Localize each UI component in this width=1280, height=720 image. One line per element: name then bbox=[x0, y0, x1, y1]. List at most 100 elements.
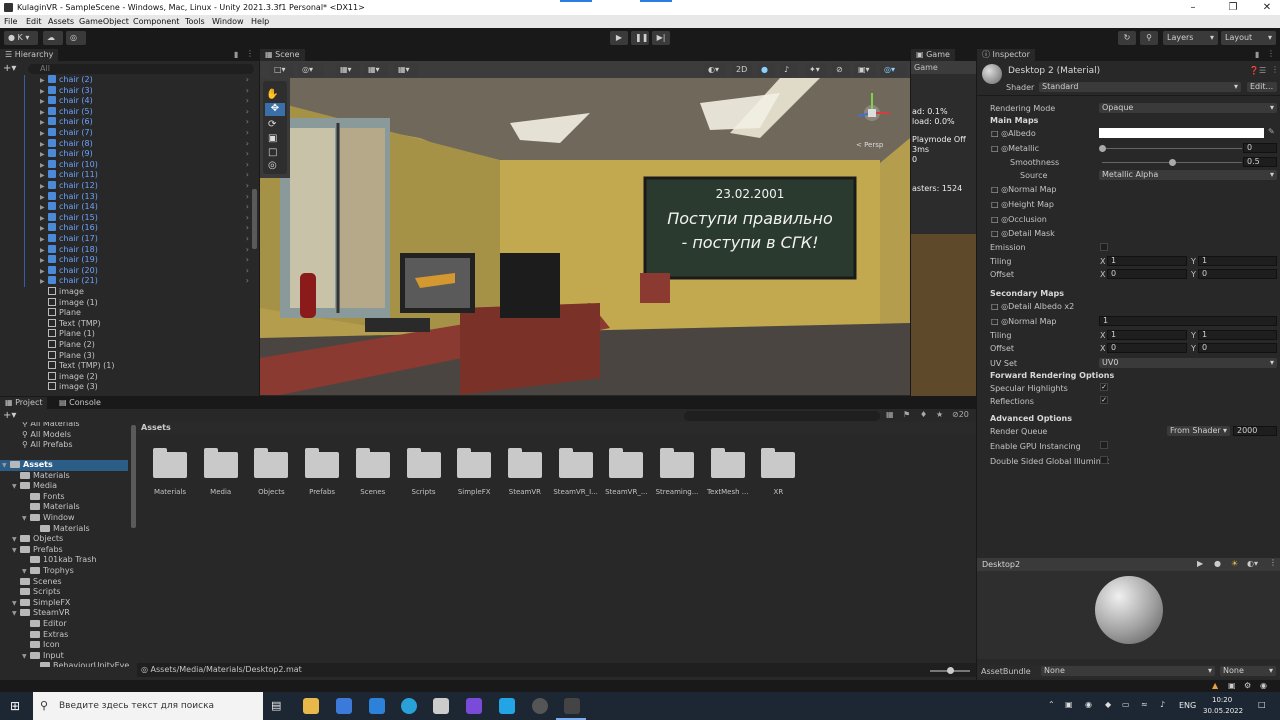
hierarchy-item[interactable]: ▶ chair (6) › bbox=[40, 117, 252, 128]
store-icon[interactable] bbox=[336, 698, 352, 714]
preview-area[interactable] bbox=[977, 571, 1280, 659]
zoom-slider[interactable] bbox=[930, 667, 970, 674]
effects-dropdown[interactable]: ✦▾ bbox=[805, 63, 827, 77]
collab-icon[interactable]: ◎ bbox=[66, 31, 86, 45]
lighting-icon[interactable]: ● bbox=[757, 63, 775, 77]
hierarchy-item[interactable]: Plane (2) bbox=[48, 340, 95, 351]
hierarchy-item[interactable]: image (2) bbox=[48, 371, 98, 383]
grid-dropdown[interactable]: ▦▾ bbox=[364, 63, 388, 77]
project-tree-item[interactable]: ▼ Window bbox=[22, 513, 75, 524]
asset-folder-label[interactable]: SimpleFX bbox=[448, 488, 500, 496]
filter-type-icon[interactable]: ▦ bbox=[886, 410, 894, 419]
open-prefab-icon[interactable]: › bbox=[246, 107, 249, 118]
game-view[interactable] bbox=[911, 234, 976, 396]
rotate-tool-icon[interactable]: ⟳ bbox=[268, 119, 276, 130]
offset-x-field[interactable]: 0 bbox=[1107, 269, 1187, 279]
open-prefab-icon[interactable]: › bbox=[246, 96, 249, 107]
tab-project[interactable]: ▦ Project bbox=[0, 397, 48, 409]
material-kebab-icon[interactable]: ⋮ bbox=[1271, 65, 1279, 74]
hidden-icon[interactable]: ⊘ bbox=[832, 63, 850, 77]
normal-map-2-field[interactable]: 1 bbox=[1099, 316, 1277, 326]
gpu-instancing-checkbox[interactable] bbox=[1100, 441, 1108, 449]
rendering-mode-dropdown[interactable]: Opaque ▾ bbox=[1099, 103, 1277, 113]
asset-folder-icon[interactable] bbox=[406, 448, 441, 478]
hierarchy-item[interactable]: ▶ chair (9) › bbox=[40, 149, 252, 160]
tab-inspector[interactable]: ⓘ Inspector bbox=[977, 49, 1035, 61]
tray-vr-icon[interactable]: ▣ bbox=[1065, 700, 1073, 709]
open-prefab-icon[interactable]: › bbox=[246, 245, 249, 256]
open-prefab-icon[interactable]: › bbox=[246, 181, 249, 192]
asset-folder-icon[interactable] bbox=[660, 448, 694, 478]
asset-bundle-dropdown[interactable]: None ▾ bbox=[1041, 666, 1215, 676]
tray-battery-icon[interactable]: ▭ bbox=[1122, 700, 1130, 709]
hand-tool-icon[interactable]: ✋ bbox=[266, 89, 278, 100]
hierarchy-item[interactable]: ▶ chair (10) › bbox=[40, 159, 252, 171]
tiling-x-field[interactable]: 1 bbox=[1107, 256, 1187, 266]
tray-chevron-icon[interactable]: ⌃ bbox=[1048, 700, 1055, 709]
gizmos-dropdown[interactable]: ◎▾ bbox=[880, 63, 906, 77]
minimize-button[interactable]: – bbox=[1180, 1, 1206, 14]
metallic-thumb[interactable] bbox=[1099, 145, 1106, 152]
uv-set-dropdown[interactable]: UV0 ▾ bbox=[1099, 358, 1277, 368]
detail-mask-slot[interactable]: □ ◎Detail Mask bbox=[991, 229, 1055, 238]
step-button[interactable]: ▶| bbox=[652, 31, 670, 45]
menu-file[interactable]: File bbox=[4, 17, 17, 26]
persp-label[interactable]: < Persp bbox=[856, 141, 883, 149]
mode-2d-toggle[interactable]: 2D bbox=[732, 63, 752, 77]
asset-folder-label[interactable]: Prefabs bbox=[296, 488, 348, 496]
hierarchy-item[interactable]: image (3) bbox=[48, 382, 98, 393]
asset-folder-label[interactable]: Materials bbox=[144, 488, 196, 496]
expand-arrow-icon[interactable]: ▼ bbox=[22, 514, 30, 525]
tiling-y-field[interactable]: 1 bbox=[1198, 256, 1277, 266]
obs-icon[interactable] bbox=[532, 698, 548, 714]
open-prefab-icon[interactable]: › bbox=[246, 276, 249, 287]
menu-window[interactable]: Window bbox=[212, 17, 244, 26]
status-icon-4[interactable]: ◉ bbox=[1260, 681, 1267, 690]
asset-folder-icon[interactable] bbox=[203, 448, 238, 478]
reflections-checkbox[interactable]: ✓ bbox=[1100, 396, 1108, 404]
pause-button[interactable]: ❚❚ bbox=[631, 31, 649, 45]
open-prefab-icon[interactable]: › bbox=[246, 266, 249, 277]
project-tree-item[interactable]: ▼ SteamVR bbox=[12, 608, 70, 619]
asset-folder-label[interactable]: Streaming... bbox=[651, 488, 703, 496]
project-tree-item[interactable]: ▼ Objects bbox=[12, 534, 63, 545]
project-tree-item[interactable]: Scripts bbox=[12, 587, 60, 598]
preview-kebab-icon[interactable]: ⋮ bbox=[1269, 558, 1277, 567]
hierarchy-item[interactable]: ▶ chair (12) › bbox=[40, 181, 252, 192]
project-tree-item[interactable]: Scenes bbox=[12, 577, 62, 588]
asset-folder-icon[interactable] bbox=[609, 448, 644, 478]
open-prefab-icon[interactable]: › bbox=[246, 202, 249, 213]
tab-console[interactable]: ▤ Console bbox=[54, 397, 106, 409]
hierarchy-item[interactable]: ▶ chair (15) › bbox=[40, 212, 252, 224]
inspector-kebab-icon[interactable]: ⋮ bbox=[1267, 49, 1275, 58]
metallic-slider[interactable] bbox=[1099, 145, 1242, 152]
open-prefab-icon[interactable]: › bbox=[246, 117, 249, 128]
edge-icon[interactable] bbox=[401, 698, 417, 714]
project-tree-item[interactable]: ▼ Input bbox=[22, 651, 64, 662]
project-tree-item[interactable]: Fonts bbox=[22, 492, 65, 503]
expand-arrow-icon[interactable]: ▼ bbox=[12, 546, 20, 557]
layout-dropdown[interactable]: Layout ▾ bbox=[1221, 31, 1276, 45]
tiling-2-y-field[interactable]: 1 bbox=[1198, 330, 1277, 340]
tray-volume-icon[interactable]: ♪ bbox=[1160, 700, 1165, 709]
add-icon[interactable]: +▾ bbox=[3, 63, 16, 74]
menu-help[interactable]: Help bbox=[251, 17, 269, 26]
project-tree-item[interactable]: ▼ Trophys bbox=[22, 566, 74, 577]
emission-checkbox[interactable] bbox=[1100, 243, 1108, 251]
preview-light-icon[interactable]: ☀ bbox=[1231, 559, 1238, 568]
favorite-item[interactable]: ⚲ All Materials bbox=[22, 422, 80, 430]
filter-label-icon[interactable]: ⚑ bbox=[903, 410, 910, 419]
hierarchy-item[interactable]: ▶ chair (3) › bbox=[40, 85, 252, 97]
favorite-item[interactable]: ⚲ All Prefabs bbox=[22, 440, 73, 451]
height-map-slot[interactable]: □ ◎Height Map bbox=[991, 200, 1054, 209]
open-prefab-icon[interactable]: › bbox=[246, 128, 249, 139]
pivot-dropdown[interactable]: ◎▾ bbox=[298, 63, 324, 77]
asset-folder-label[interactable]: SteamVR_I... bbox=[550, 488, 602, 496]
tab-hierarchy[interactable]: ☰ Hierarchy bbox=[0, 49, 59, 61]
open-prefab-icon[interactable]: › bbox=[246, 139, 249, 150]
double-sided-gi-checkbox[interactable] bbox=[1100, 456, 1108, 464]
menu-component[interactable]: Component bbox=[133, 17, 179, 26]
settings-icon[interactable]: ☰ bbox=[1259, 66, 1266, 75]
hierarchy-item[interactable]: ▶ chair (5) › bbox=[40, 106, 252, 118]
project-tree-item[interactable]: Materials bbox=[12, 471, 70, 482]
